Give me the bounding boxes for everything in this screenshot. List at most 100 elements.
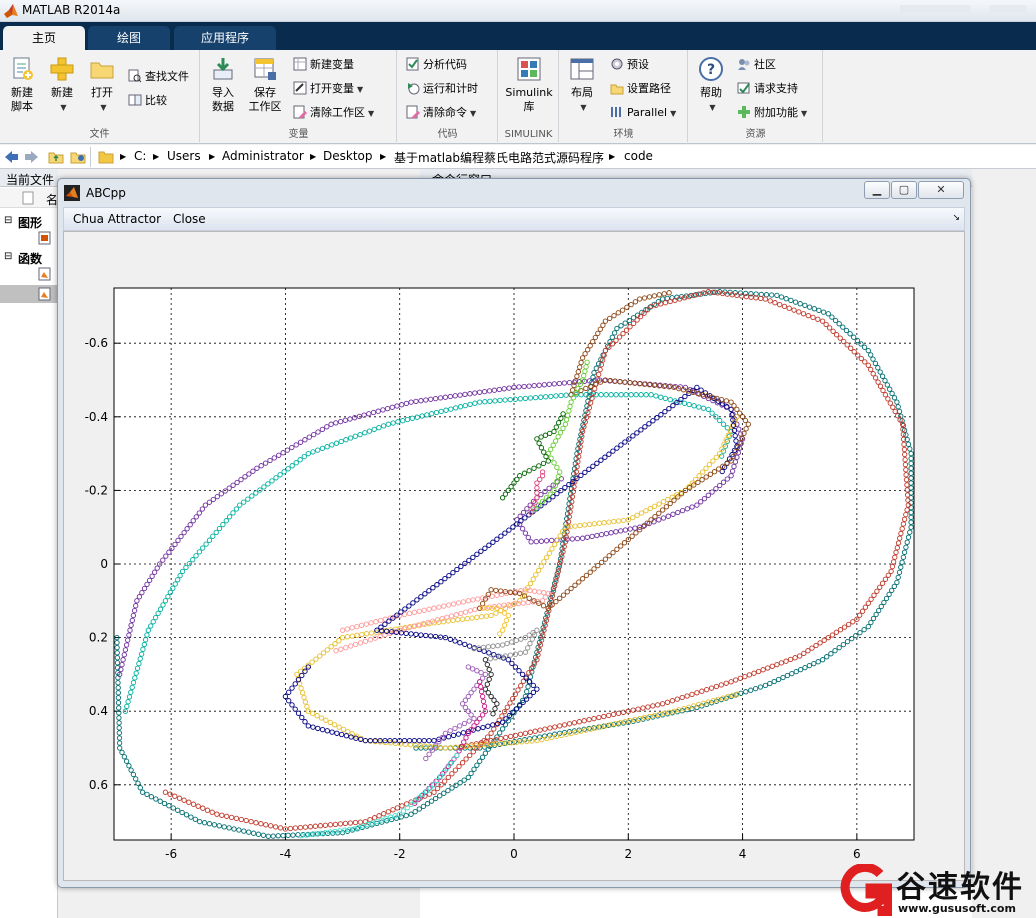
app-title: MATLAB R2014a (22, 3, 121, 17)
compare-button[interactable]: 比较 (128, 92, 167, 110)
open-button[interactable]: 打开 ▼ (82, 56, 122, 115)
breadcrumb-item[interactable]: 基于matlab编程蔡氏电路范式源码程序 (394, 149, 604, 166)
address-divider (90, 147, 91, 167)
clear-commands-button[interactable]: 清除命令 ▼ (406, 104, 476, 122)
import-data-button[interactable]: 导入 数据 (203, 56, 243, 114)
import-label-2: 数据 (212, 100, 234, 113)
minimize-button[interactable]: ▁ (864, 181, 890, 199)
tab-apps[interactable]: 应用程序 (174, 26, 276, 50)
y-tick-label: 0.6 (89, 778, 108, 792)
menu-dock-arrow-icon[interactable]: ↘ (952, 213, 960, 223)
code-group: 分析代码 运行和计时 清除命令 ▼ 代码 (398, 50, 498, 142)
layout-button[interactable]: 布局 ▼ (562, 56, 602, 115)
new-variable-button[interactable]: 新建变量 (293, 56, 354, 74)
new-script-button[interactable]: 新建 脚本 (2, 56, 42, 114)
preferences-label: 预设 (627, 58, 649, 71)
breadcrumb-separator-icon: ▶ (120, 152, 127, 161)
selected-file-row[interactable] (0, 285, 58, 303)
analyze-code-icon (406, 57, 419, 71)
simulink-library-button[interactable]: Simulink 库 (505, 56, 553, 114)
new-script-icon (13, 57, 33, 80)
find-files-button[interactable]: 查找文件 (128, 68, 189, 86)
up-folder-icon[interactable] (48, 149, 64, 165)
breadcrumb-separator-icon: ▶ (380, 152, 387, 161)
x-tick-label: 2 (624, 847, 632, 861)
save-workspace-button[interactable]: 保存 工作区 (245, 56, 285, 114)
current-folder-icon (98, 151, 114, 164)
eraser-icon (293, 105, 307, 119)
figure-canvas[interactable]: -6 -4 -2 0 2 4 6 -0.6 -0.4 -0.2 0 0.2 0.4 0.6 (63, 231, 965, 881)
layout-dropdown-icon[interactable]: ▼ (580, 103, 586, 112)
x-tick-label: -4 (279, 847, 291, 861)
request-support-button[interactable]: 请求支持 (737, 80, 798, 98)
breadcrumb-separator-icon: ▶ (609, 152, 616, 161)
save-label-2: 工作区 (248, 100, 282, 113)
simulink-label: Simulink (505, 86, 553, 99)
compare-icon (128, 94, 142, 106)
file-group-label: 文件 (89, 129, 110, 140)
new-button[interactable]: 新建 ▼ (42, 56, 82, 115)
y-tick-label: -0.4 (85, 410, 108, 424)
eraser-icon (406, 105, 420, 119)
svg-text:?: ? (707, 62, 715, 78)
breadcrumb-item[interactable]: Users (167, 149, 201, 163)
add-ons-icon (738, 106, 750, 118)
menu-chua-attractor[interactable]: Chua Attractor (73, 212, 161, 226)
close-window-button[interactable]: ✕ (918, 181, 964, 199)
help-button[interactable]: ? 帮助 ▼ (691, 56, 731, 115)
set-path-button[interactable]: 设置路径 (610, 80, 671, 98)
open-variable-icon (293, 81, 307, 95)
current-folder-panel: 当前文件夹 名 ⊟ 图形 ⊟ 函数 (0, 169, 58, 918)
fig-file-icon[interactable] (38, 231, 52, 245)
back-arrow-icon[interactable] (3, 149, 19, 165)
open-variable-button[interactable]: 打开变量 ▼ (293, 80, 363, 98)
matlab-figure-icon (64, 185, 80, 201)
help-icon: ? (699, 57, 723, 81)
breadcrumb-separator-icon: ▶ (209, 152, 216, 161)
open-variable-dropdown-icon[interactable]: ▼ (357, 85, 363, 94)
add-ons-button[interactable]: 附加功能 ▼ (737, 104, 807, 122)
run-and-time-button[interactable]: 运行和计时 (406, 80, 478, 98)
file-group: 新建 脚本 新建 ▼ 打开 ▼ 查找文件 比较 文件 (0, 50, 200, 142)
y-tick-label: -0.2 (85, 483, 108, 497)
analyze-code-button[interactable]: 分析代码 (406, 56, 467, 74)
forward-arrow-icon[interactable] (24, 149, 40, 165)
clear-workspace-dropdown-icon[interactable]: ▼ (368, 109, 374, 118)
open-dropdown-icon[interactable]: ▼ (100, 103, 106, 112)
figure-window[interactable]: ABCpp ▁ ▢ ✕ Chua Attractor Close ↘ -6 -4-… (57, 178, 971, 888)
add-ons-label: 附加功能 (754, 106, 798, 119)
site-watermark: 谷速软件 www.gususoft.com (836, 862, 1036, 918)
clear-workspace-label: 清除工作区 (310, 106, 365, 119)
figure-title-bar[interactable]: ABCpp ▁ ▢ ✕ (58, 179, 970, 207)
toolstrip: 新建 脚本 新建 ▼ 打开 ▼ 查找文件 比较 文件 导入 数据 保存 工作区 … (0, 50, 1036, 144)
m-file-icon[interactable] (38, 267, 52, 281)
request-support-label: 请求支持 (754, 82, 798, 95)
browse-folder-icon[interactable] (70, 149, 86, 165)
breadcrumb-item[interactable]: Desktop (323, 149, 373, 163)
chua-attractor-plot[interactable]: -6 -4 -2 0 2 4 6 -0.6 -0.4 -0.2 0 0.2 0.4 0.6 (64, 232, 964, 880)
add-ons-dropdown-icon[interactable]: ▼ (801, 109, 807, 118)
breadcrumb-item[interactable]: Administrator (222, 149, 304, 163)
collapse-icon[interactable]: ⊟ (4, 251, 12, 262)
new-dropdown-icon[interactable]: ▼ (60, 103, 66, 112)
resources-group: ? 帮助 ▼ 社区 请求支持 附加功能 ▼ 资源 (689, 50, 823, 142)
clear-commands-dropdown-icon[interactable]: ▼ (470, 109, 476, 118)
clear-workspace-button[interactable]: 清除工作区 ▼ (293, 104, 374, 122)
tab-plots[interactable]: 绘图 (88, 26, 170, 50)
breadcrumb-item[interactable]: C: (134, 149, 146, 163)
help-dropdown-icon[interactable]: ▼ (709, 103, 715, 112)
variable-group: 导入 数据 保存 工作区 新建变量 打开变量 ▼ 清除工作区 ▼ 变量 (201, 50, 397, 142)
simulink-group: Simulink 库 SIMULINK (499, 50, 559, 142)
breadcrumb-item[interactable]: code (624, 149, 653, 163)
parallel-button[interactable]: Parallel ▼ (610, 104, 676, 122)
collapse-icon[interactable]: ⊟ (4, 215, 12, 226)
code-group-label: 代码 (437, 129, 458, 140)
tab-home[interactable]: 主页 (3, 26, 85, 50)
figures-section: 图形 (18, 216, 43, 230)
preferences-button[interactable]: 预设 (610, 56, 649, 74)
community-button[interactable]: 社区 (737, 56, 776, 74)
menu-close[interactable]: Close (173, 212, 206, 226)
maximize-button[interactable]: ▢ (891, 181, 917, 199)
help-label: 帮助 (700, 86, 722, 99)
parallel-dropdown-icon[interactable]: ▼ (670, 109, 676, 118)
